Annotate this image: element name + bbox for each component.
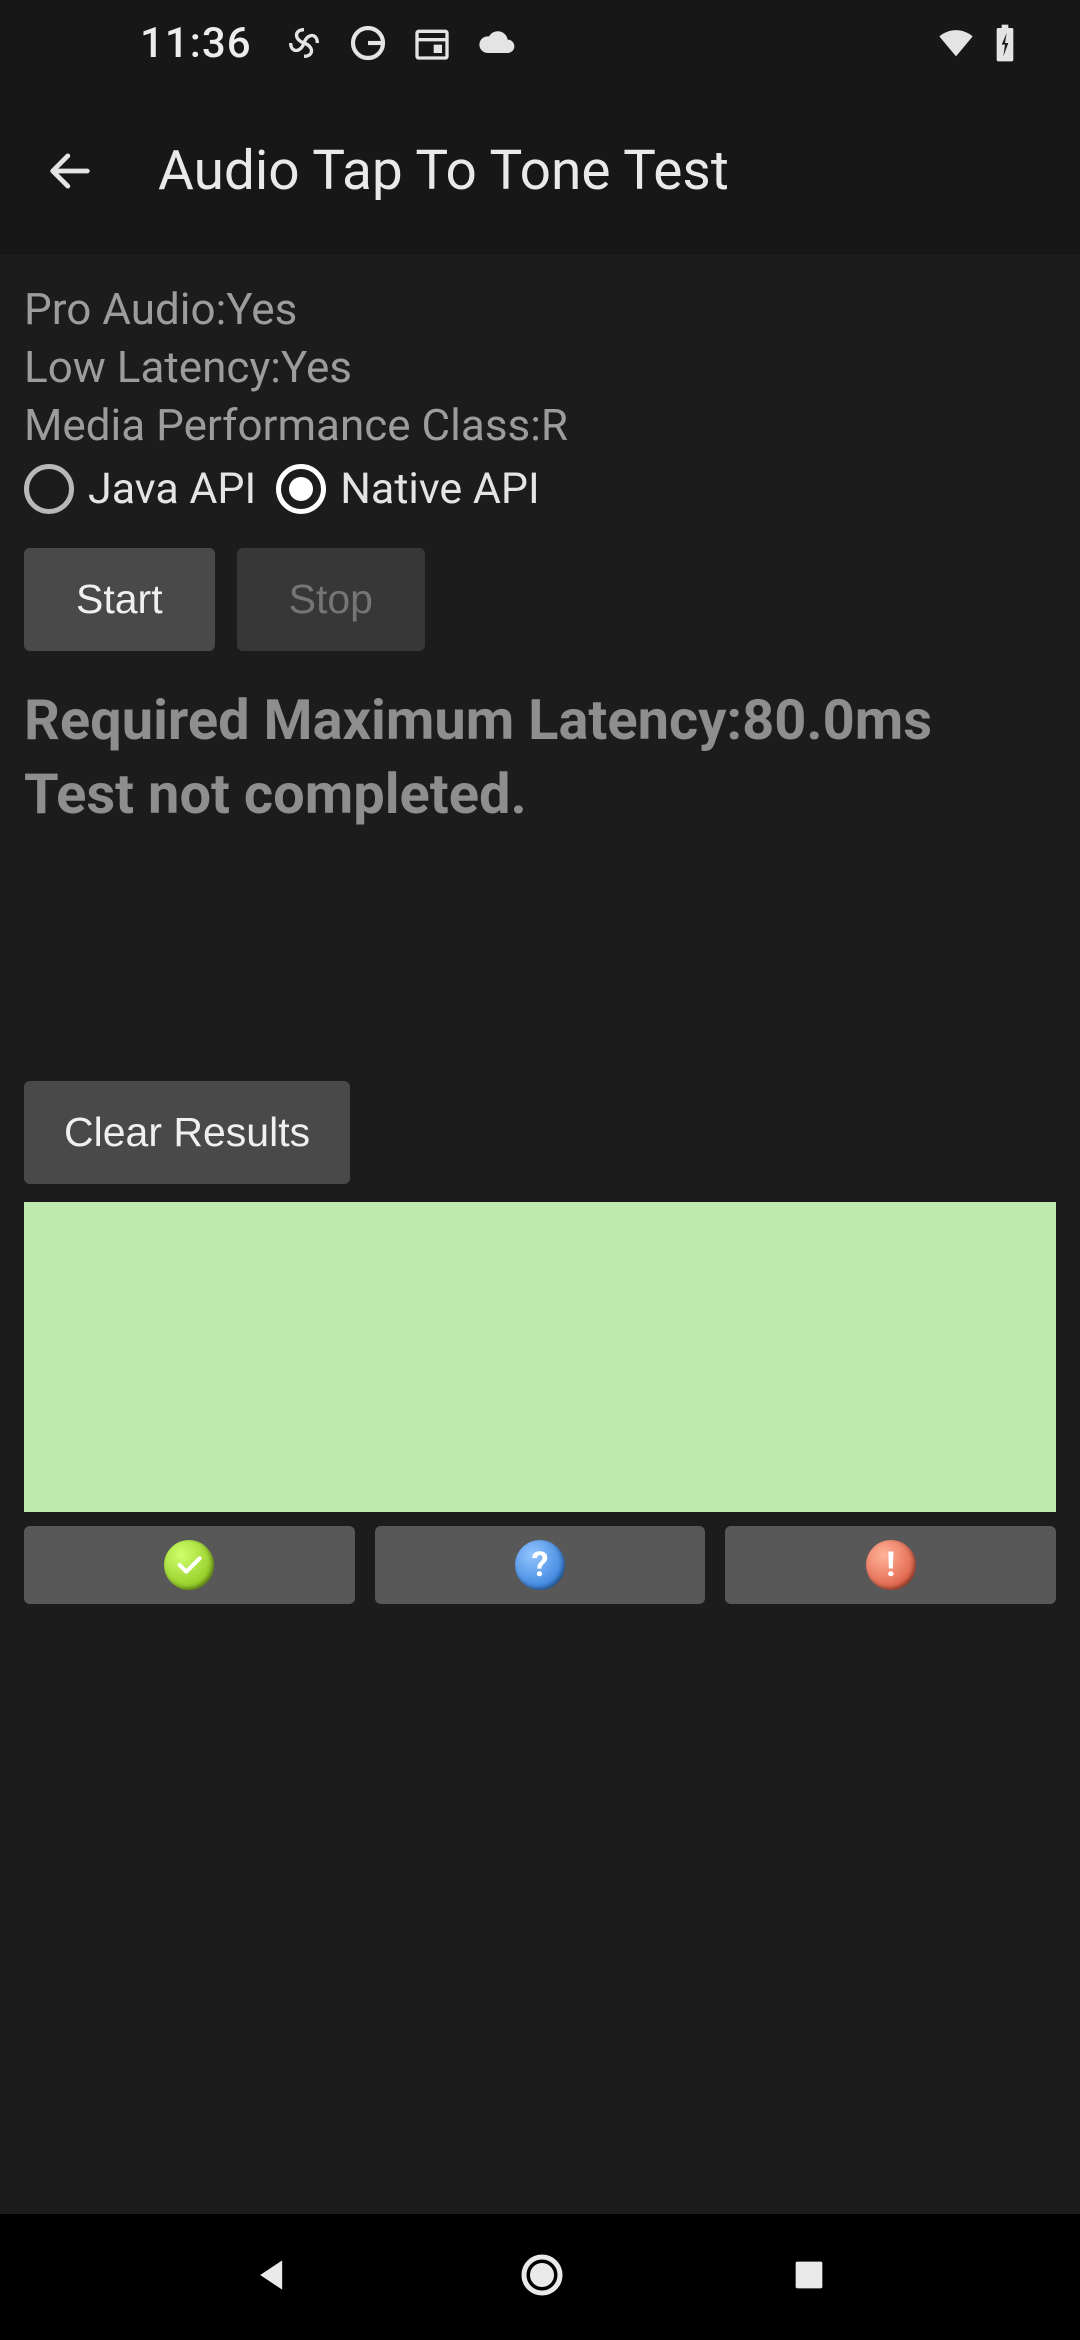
cloud-icon <box>476 23 516 63</box>
status-line-1: Required Maximum Latency:80.0ms <box>24 683 1056 757</box>
arrow-left-icon <box>44 145 96 197</box>
app-bar: Audio Tap To Tone Test <box>0 86 1080 256</box>
radio-java-label: Java API <box>88 464 256 514</box>
status-line-2: Test not completed. <box>24 757 1056 831</box>
tap-area[interactable] <box>24 1202 1056 1512</box>
status-time: 11:36 <box>140 19 252 68</box>
square-icon <box>789 2255 829 2295</box>
system-nav-bar <box>0 2214 1080 2340</box>
nav-back-button[interactable] <box>251 2253 295 2301</box>
radio-on-icon <box>276 464 326 514</box>
clear-results-button[interactable]: Clear Results <box>24 1081 350 1184</box>
pass-button[interactable] <box>24 1526 355 1604</box>
status-text: Required Maximum Latency:80.0ms Test not… <box>24 683 1056 831</box>
pinwheel-icon <box>284 23 324 63</box>
radio-native-label: Native API <box>340 464 539 514</box>
radio-java-api[interactable]: Java API <box>24 464 256 514</box>
fail-button[interactable]: ! <box>725 1526 1056 1604</box>
circle-icon <box>518 2251 566 2299</box>
wifi-icon <box>936 23 976 63</box>
battery-charging-icon <box>990 23 1020 63</box>
exclamation-circle-icon: ! <box>866 1540 916 1590</box>
check-circle-icon <box>164 1540 214 1590</box>
page-title: Audio Tap To Tone Test <box>158 139 729 203</box>
back-button[interactable] <box>22 123 118 219</box>
triangle-left-icon <box>251 2253 295 2297</box>
help-button[interactable]: ? <box>375 1526 706 1604</box>
calendar-icon <box>412 23 452 63</box>
radio-native-api[interactable]: Native API <box>276 464 539 514</box>
content-area: Pro Audio:Yes Low Latency:Yes Media Perf… <box>0 256 1080 2256</box>
google-icon <box>348 23 388 63</box>
result-button-row: ? ! <box>24 1526 1056 1604</box>
status-bar: 11:36 <box>0 0 1080 86</box>
info-media-perf-class: Media Performance Class:R <box>24 396 1056 454</box>
radio-off-icon <box>24 464 74 514</box>
info-low-latency: Low Latency:Yes <box>24 338 1056 396</box>
stop-button[interactable]: Stop <box>237 548 425 651</box>
nav-recent-button[interactable] <box>789 2255 829 2299</box>
start-button[interactable]: Start <box>24 548 215 651</box>
nav-home-button[interactable] <box>518 2251 566 2303</box>
question-circle-icon: ? <box>515 1540 565 1590</box>
info-pro-audio: Pro Audio:Yes <box>24 280 1056 338</box>
api-radio-group: Java API Native API <box>24 464 1056 514</box>
